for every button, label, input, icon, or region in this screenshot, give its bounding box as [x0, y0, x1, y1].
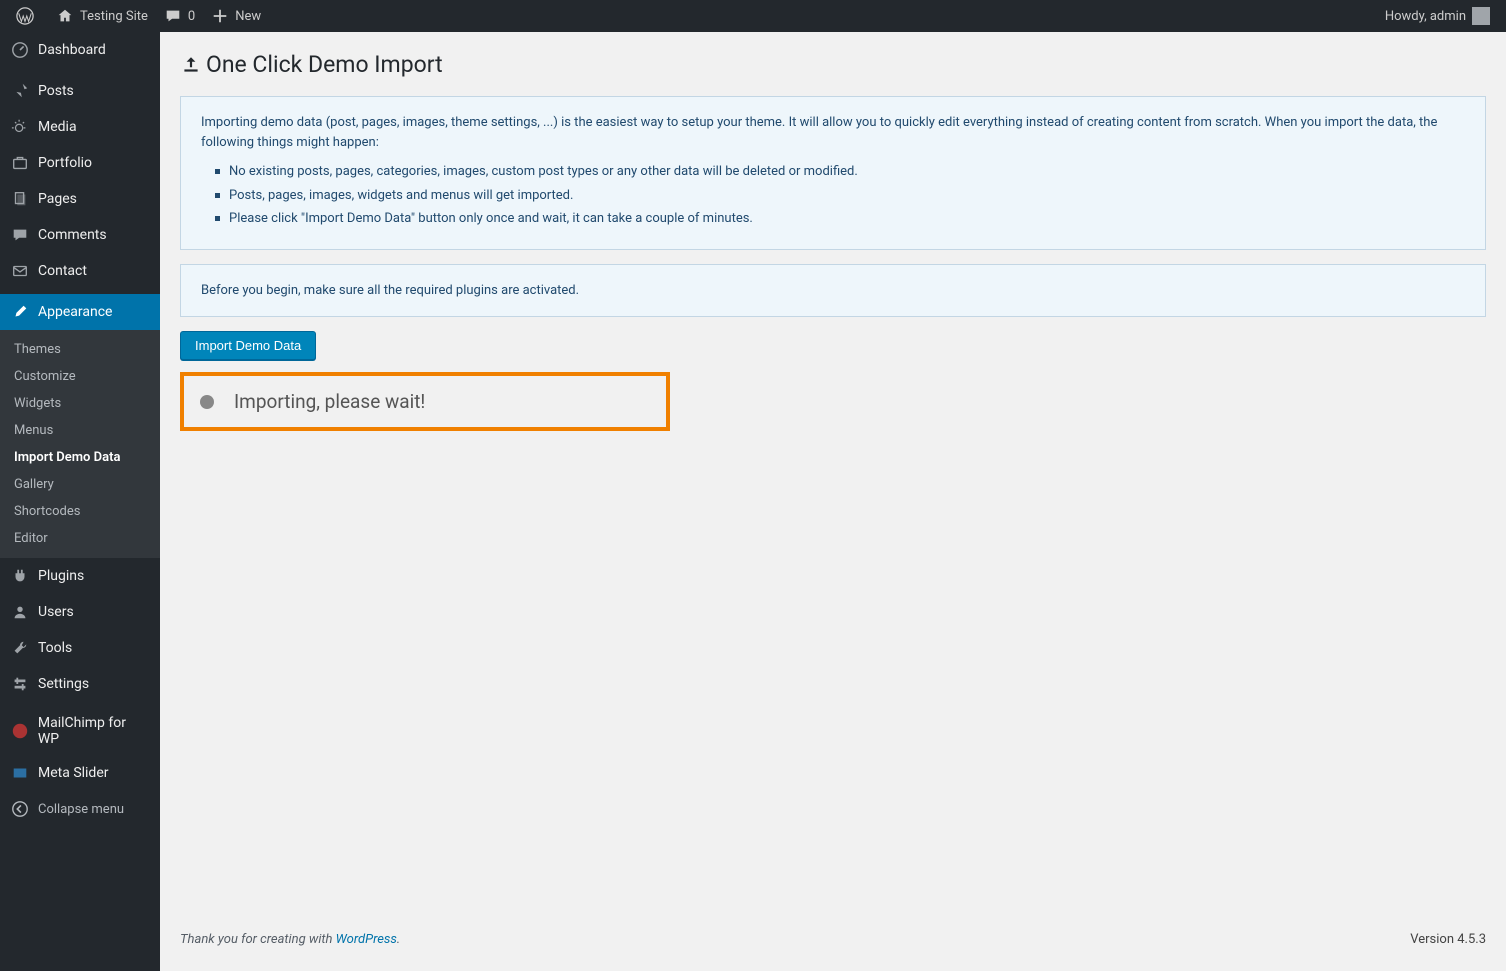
users-icon	[10, 602, 30, 622]
pin-icon	[10, 81, 30, 101]
metaslider-icon	[10, 763, 30, 783]
sidebar-item-appearance[interactable]: Appearance	[0, 294, 160, 330]
footer-thanks-prefix: Thank you for creating with	[180, 932, 336, 947]
intro-bullet: Posts, pages, images, widgets and menus …	[229, 186, 1465, 206]
wordpress-link[interactable]: WordPress	[336, 932, 397, 947]
sidebar-item-label: Tools	[38, 640, 72, 656]
content-area: One Click Demo Import Importing demo dat…	[160, 32, 1506, 971]
intro-bullet: Please click "Import Demo Data" button o…	[229, 209, 1465, 229]
new-content-menu[interactable]: New	[203, 0, 269, 32]
sidebar-item-dashboard[interactable]: Dashboard	[0, 32, 160, 68]
sidebar-item-metaslider[interactable]: Meta Slider	[0, 755, 160, 791]
comment-count: 0	[188, 9, 195, 24]
site-name: Testing Site	[80, 9, 148, 24]
sidebar-item-label: Media	[38, 119, 77, 135]
sidebar-item-label: Appearance	[38, 304, 112, 320]
submenu-item-menus[interactable]: Menus	[0, 417, 160, 444]
plus-icon	[211, 7, 229, 25]
sidebar-item-label: Posts	[38, 83, 74, 99]
new-label: New	[235, 9, 261, 24]
sidebar-item-portfolio[interactable]: Portfolio	[0, 145, 160, 181]
portfolio-icon	[10, 153, 30, 173]
submenu-item-customize[interactable]: Customize	[0, 363, 160, 390]
media-icon	[10, 117, 30, 137]
sidebar-item-label: Comments	[38, 227, 107, 243]
sidebar-item-plugins[interactable]: Plugins	[0, 558, 160, 594]
pages-icon	[10, 189, 30, 209]
plugin-icon	[10, 566, 30, 586]
toolbar-left: Testing Site 0 New	[8, 0, 269, 32]
version-text: Version 4.5.3	[1410, 932, 1486, 947]
submenu-item-gallery[interactable]: Gallery	[0, 471, 160, 498]
intro-notice: Importing demo data (post, pages, images…	[180, 96, 1486, 250]
avatar	[1472, 7, 1490, 25]
intro-bullets: No existing posts, pages, categories, im…	[201, 162, 1465, 229]
collapse-label: Collapse menu	[38, 802, 124, 817]
sidebar-item-label: Plugins	[38, 568, 84, 584]
sidebar-item-label: Contact	[38, 263, 87, 279]
footer-thanks: Thank you for creating with WordPress.	[180, 932, 400, 947]
body-row: Dashboard Posts Media Portfolio Pages	[0, 32, 1506, 971]
sidebar-item-label: Portfolio	[38, 155, 92, 171]
import-status-text: Importing, please wait!	[234, 390, 425, 413]
sidebar-item-users[interactable]: Users	[0, 594, 160, 630]
before-begin-notice: Before you begin, make sure all the requ…	[180, 264, 1486, 318]
footer-thanks-suffix: .	[397, 932, 400, 947]
sidebar-item-pages[interactable]: Pages	[0, 181, 160, 217]
collapse-menu-button[interactable]: Collapse menu	[0, 791, 160, 827]
upload-icon	[180, 54, 202, 76]
brush-icon	[10, 302, 30, 322]
sidebar-item-mailchimp[interactable]: MailChimp for WP	[0, 707, 160, 755]
contact-icon	[10, 261, 30, 281]
app-root: Testing Site 0 New Howdy, admin	[0, 0, 1506, 971]
appearance-submenu: Themes Customize Widgets Menus Import De…	[0, 330, 160, 558]
collapse-icon	[10, 799, 30, 819]
mailchimp-icon	[10, 721, 30, 741]
sidebar-item-label: Meta Slider	[38, 765, 109, 781]
sidebar-item-label: Settings	[38, 676, 89, 692]
admin-toolbar: Testing Site 0 New Howdy, admin	[0, 0, 1506, 32]
submenu-item-import-demo-data[interactable]: Import Demo Data	[0, 444, 160, 471]
spinner-icon	[200, 395, 214, 409]
comments-icon	[10, 225, 30, 245]
sidebar-item-contact[interactable]: Contact	[0, 253, 160, 289]
account-menu[interactable]: Howdy, admin	[1377, 0, 1498, 32]
comments-menu[interactable]: 0	[156, 0, 203, 32]
wp-logo-menu[interactable]	[8, 0, 48, 32]
page-title-text: One Click Demo Import	[206, 51, 443, 78]
settings-icon	[10, 674, 30, 694]
import-status-box: Importing, please wait!	[180, 372, 670, 431]
page-title: One Click Demo Import	[180, 42, 1486, 82]
admin-sidebar: Dashboard Posts Media Portfolio Pages	[0, 32, 160, 971]
sidebar-item-label: MailChimp for WP	[38, 715, 150, 747]
submenu-item-editor[interactable]: Editor	[0, 525, 160, 552]
dashboard-icon	[10, 40, 30, 60]
sidebar-item-comments[interactable]: Comments	[0, 217, 160, 253]
comment-icon	[164, 7, 182, 25]
toolbar-right: Howdy, admin	[1377, 0, 1498, 32]
sidebar-item-media[interactable]: Media	[0, 109, 160, 145]
intro-bullet: No existing posts, pages, categories, im…	[229, 162, 1465, 182]
tools-icon	[10, 638, 30, 658]
home-icon	[56, 7, 74, 25]
sidebar-item-label: Dashboard	[38, 42, 106, 58]
site-name-menu[interactable]: Testing Site	[48, 0, 156, 32]
admin-footer: Thank you for creating with WordPress. V…	[180, 914, 1486, 971]
intro-text: Importing demo data (post, pages, images…	[201, 113, 1465, 152]
submenu-item-themes[interactable]: Themes	[0, 336, 160, 363]
sidebar-item-label: Users	[38, 604, 74, 620]
sidebar-item-tools[interactable]: Tools	[0, 630, 160, 666]
sidebar-item-settings[interactable]: Settings	[0, 666, 160, 702]
sidebar-item-posts[interactable]: Posts	[0, 73, 160, 109]
howdy-text: Howdy, admin	[1385, 9, 1466, 24]
submenu-item-widgets[interactable]: Widgets	[0, 390, 160, 417]
import-demo-data-button[interactable]: Import Demo Data	[180, 331, 316, 360]
submenu-item-shortcodes[interactable]: Shortcodes	[0, 498, 160, 525]
before-begin-text: Before you begin, make sure all the requ…	[201, 283, 579, 298]
wordpress-icon	[16, 7, 34, 25]
sidebar-item-label: Pages	[38, 191, 77, 207]
